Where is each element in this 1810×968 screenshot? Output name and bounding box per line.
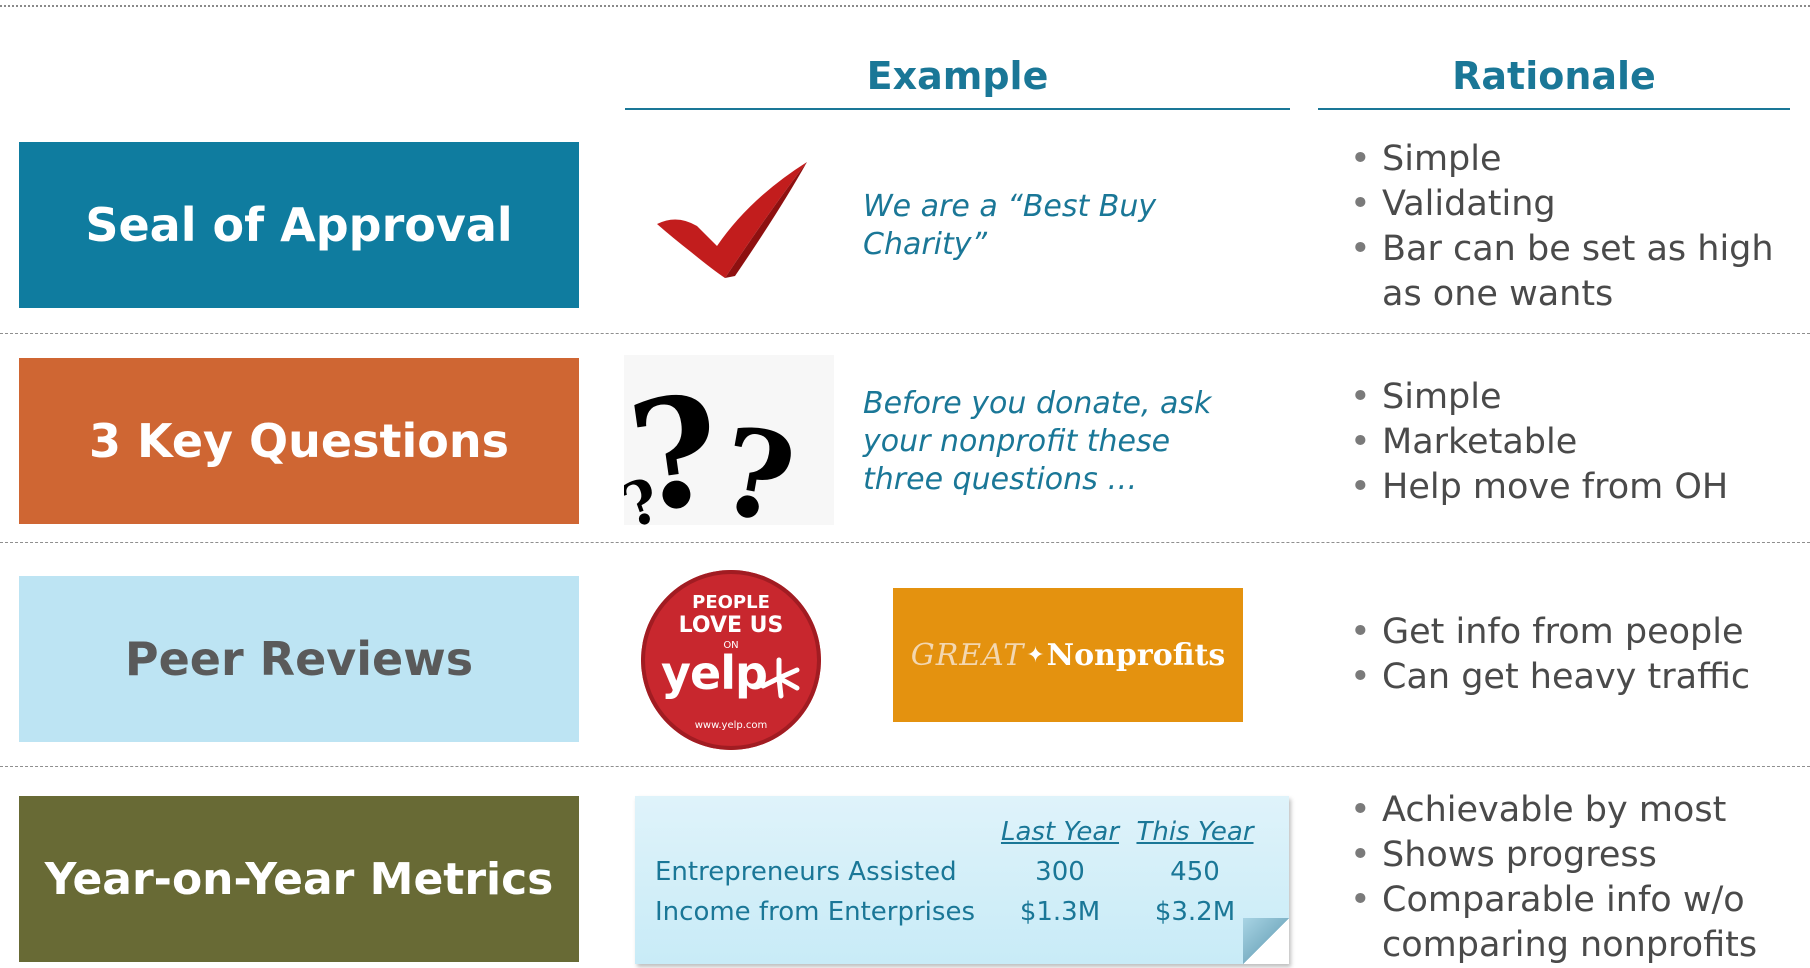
metrics-table: Last Year This Year Entrepreneurs Assist… (655, 812, 1265, 932)
rationale-bullet: Simple (1346, 375, 1796, 420)
example-header-rule (625, 108, 1290, 110)
rationale-bullet: Can get heavy traffic (1346, 655, 1796, 700)
metric-last-value: 300 (1035, 857, 1085, 887)
rationale-bullet: Help move from OH (1346, 465, 1796, 510)
peer-rationale-list: Get info from people Can get heavy traff… (1346, 610, 1796, 700)
row-separator (0, 333, 1810, 334)
yelp-burst-icon (760, 657, 800, 699)
rationale-bullet: Comparable info w/o comparing nonprofits (1346, 878, 1796, 968)
example-column-header: Example (866, 54, 1049, 98)
this-year-header: This Year (1136, 817, 1254, 847)
3-key-questions-label: 3 Key Questions (19, 358, 579, 524)
seal-rationale-list: Simple Validating Bar can be set as high… (1346, 137, 1796, 317)
rationale-bullet: Validating (1346, 182, 1796, 227)
rationale-bullet: Marketable (1346, 420, 1796, 465)
metric-label: Entrepreneurs Assisted (655, 857, 957, 887)
rationale-bullet: Achievable by most (1346, 788, 1796, 833)
row-separator (0, 766, 1810, 767)
rationale-column-header: Rationale (1452, 54, 1656, 98)
metrics-example-card: Last Year This Year Entrepreneurs Assist… (635, 796, 1289, 964)
year-on-year-metrics-label: Year-on-Year Metrics (19, 796, 579, 962)
metric-label: Income from Enterprises (655, 897, 975, 927)
page-curl-shade (1243, 918, 1289, 964)
metric-last-value: $1.3M (1019, 897, 1101, 927)
rationale-bullet: Bar can be set as high as one wants (1346, 227, 1796, 317)
yelp-brand: yelp (661, 646, 768, 700)
row-separator (0, 542, 1810, 543)
metrics-rationale-list: Achievable by most Shows progress Compar… (1346, 788, 1796, 968)
seal-of-approval-label: Seal of Approval (19, 142, 579, 308)
rationale-bullet: Shows progress (1346, 833, 1796, 878)
last-year-header: Last Year (1000, 817, 1120, 847)
yelp-badge: PEOPLE LOVE US ON yelp www.yelp.com (641, 570, 821, 750)
great-nonprofits-logo: GREAT ✦ Nonprofits (893, 588, 1243, 722)
seal-example-text: We are a “Best Buy Charity” (863, 189, 1157, 262)
checkmark-icon (657, 162, 807, 278)
rationale-bullet: Get info from people (1346, 610, 1796, 655)
peer-reviews-label: Peer Reviews (19, 576, 579, 742)
top-dotted-rule (0, 5, 1810, 7)
yelp-badge-line1: PEOPLE (692, 592, 770, 613)
metrics-header-row: Last Year This Year (655, 812, 1265, 852)
great-nonprofits-part2: Nonprofits (1046, 637, 1226, 673)
metric-this-value: 450 (1170, 857, 1220, 887)
table-row: Income from Enterprises $1.3M $3.2M (655, 892, 1265, 932)
rationale-header-rule (1318, 108, 1790, 110)
star-icon: ✦ (1026, 642, 1045, 668)
yelp-badge-line2: LOVE US (678, 613, 784, 638)
questions-rationale-list: Simple Marketable Help move from OH (1346, 375, 1796, 510)
great-nonprofits-part1: GREAT (910, 637, 1025, 673)
rationale-bullet: Simple (1346, 137, 1796, 182)
question-marks-icon: ? ? ? (624, 355, 834, 525)
yelp-url: www.yelp.com (694, 720, 768, 731)
table-row: Entrepreneurs Assisted 300 450 (655, 852, 1265, 892)
questions-example-text: Before you donate, ask your nonprofit th… (863, 386, 1212, 497)
